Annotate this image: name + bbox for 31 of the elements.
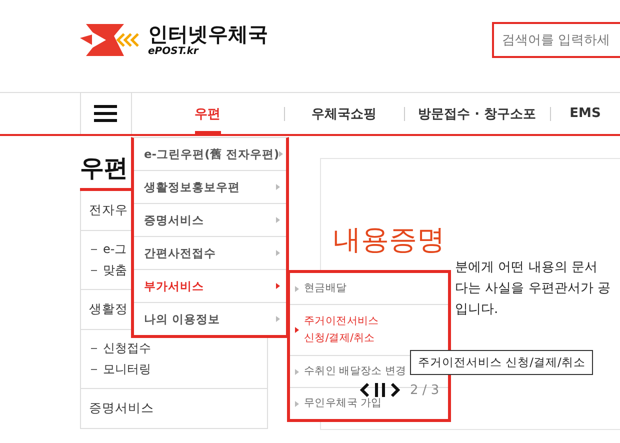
menu-icon [94, 105, 118, 122]
chevron-right-icon [390, 382, 400, 398]
sidebar-subitem[interactable]: 모니터링 [103, 361, 151, 378]
sidebar-subitem[interactable]: 맞춤 [103, 262, 127, 279]
sidebar-item[interactable]: 증명서비스 [81, 389, 267, 429]
menu-button[interactable] [80, 93, 132, 134]
logo-subtitle: ePOST.kr [148, 46, 200, 58]
pause-icon [374, 382, 386, 398]
submenu-item[interactable]: 현금배달 [304, 280, 347, 297]
chevron-left-icon [360, 382, 370, 398]
nav-tab[interactable]: 우편 [132, 93, 284, 134]
tooltip: 주거이전서비스 신청/결제/취소 [410, 350, 594, 375]
logo-title: 인터넷우체국 [148, 22, 268, 46]
nav-tab[interactable]: 우체국쇼핑 [284, 93, 404, 134]
paragraph-line: 입니다. [455, 301, 498, 319]
nav-tab[interactable]: EMS [550, 93, 620, 134]
nav-tab[interactable]: 방문접수 · 창구소포 [404, 93, 550, 134]
sidebar-subitem[interactable]: 신청접수 [103, 340, 151, 357]
page-indicator: 2 / 3 [410, 382, 440, 398]
submenu-item[interactable]: 주거이전서비스 신청/결제/취소 [304, 313, 379, 347]
next-button[interactable] [390, 382, 400, 398]
submenu-item[interactable]: 수취인 배달장소 변경 [304, 363, 406, 380]
paragraph-line: 다는 사실을 우편관서가 공 [455, 280, 610, 298]
pause-button[interactable] [374, 382, 386, 398]
epost-logo-icon [80, 24, 142, 56]
paragraph-line: 분에게 어떤 내용의 문서 [455, 259, 598, 277]
sidebar-subitem[interactable]: e-그 [103, 241, 127, 258]
previous-button[interactable] [360, 382, 370, 398]
search-field[interactable]: 검색어를 입력하세 [492, 22, 620, 58]
submenu-item[interactable]: 무인우체국 가입 [304, 395, 382, 412]
content-title: 내용증명 [332, 222, 446, 257]
